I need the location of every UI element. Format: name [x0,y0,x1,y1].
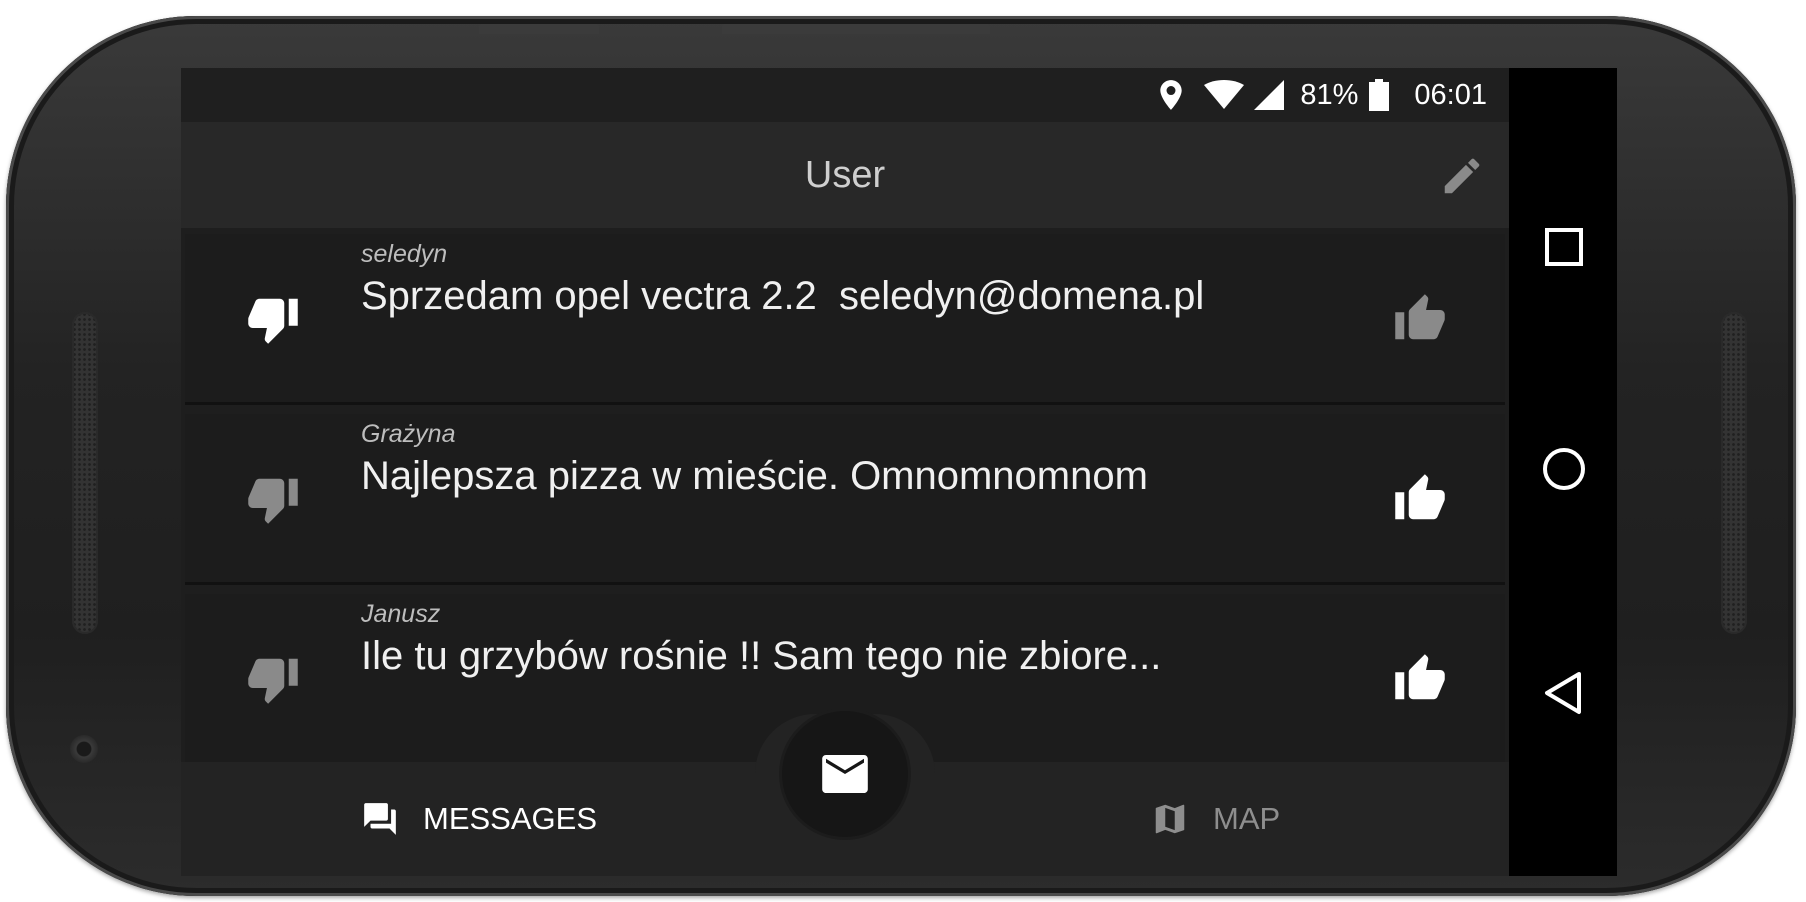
left-speaker-grille [72,312,98,634]
tab-messages[interactable]: MESSAGES [361,762,597,876]
message-author: Grażyna [361,420,456,448]
map-icon [1155,804,1185,834]
thumbs-down-icon [248,658,298,704]
message-text: Sprzedam opel vectra 2.2 seledyn@domena.… [361,274,1205,318]
forum-icon [364,803,396,835]
clock: 06:01 [1414,78,1487,111]
recents-button[interactable] [1537,220,1591,274]
system-navigation-bar [1509,68,1617,876]
message-text: Najlepsza pizza w mieście. Omnomnomnom [361,454,1148,498]
phone-frame: 81% 06:01 User seledyn Sprzedam opel vec… [6,16,1796,896]
thumbs-down-icon [248,478,298,524]
battery-percent: 81% [1300,78,1359,111]
message-list: seledyn Sprzedam opel vectra 2.2 seledyn… [185,234,1505,774]
battery-icon [1368,79,1390,111]
thumbs-up-icon [1395,654,1445,700]
location-icon [1158,79,1184,111]
tab-map-label: MAP [1213,801,1281,836]
new-message-button[interactable] [782,711,908,837]
message-text: Ile tu grzybów rośnie !! Sam tego nie zb… [361,634,1162,678]
dislike-button[interactable] [246,652,300,706]
circle-icon [1543,448,1585,490]
like-button[interactable] [1393,472,1447,526]
square-icon [1545,228,1583,266]
back-button[interactable] [1537,666,1591,720]
thumbs-down-icon [248,298,298,344]
message-author: Janusz [361,600,441,628]
thumbs-up-icon [1395,294,1445,340]
dislike-button[interactable] [246,292,300,346]
tab-messages-label: MESSAGES [423,801,597,836]
right-speaker-grille [1721,312,1747,634]
pencil-icon [1444,158,1480,194]
like-button[interactable] [1393,292,1447,346]
bottom-navigation: MESSAGES MAP [181,711,1509,876]
app-bar: User [181,122,1509,228]
volume-button [479,24,599,34]
edit-button[interactable] [1439,153,1485,199]
message-card[interactable]: Grażyna Najlepsza pizza w mieście. Omnom… [185,414,1505,585]
signal-icon [1254,80,1285,110]
status-bar: 81% 06:01 [181,68,1509,122]
dislike-button[interactable] [246,472,300,526]
power-button [722,24,990,34]
like-button[interactable] [1393,652,1447,706]
page-title: User [804,153,886,196]
envelope-icon [822,755,868,793]
screen: 81% 06:01 User seledyn Sprzedam opel vec… [181,68,1617,876]
home-button[interactable] [1537,442,1591,496]
message-author: seledyn [361,240,448,268]
back-triangle-icon [1545,672,1581,714]
front-camera [70,735,98,763]
tab-map[interactable]: MAP [1151,762,1280,876]
message-card[interactable]: seledyn Sprzedam opel vectra 2.2 seledyn… [185,234,1505,405]
wifi-icon [1204,80,1245,110]
thumbs-up-icon [1395,474,1445,520]
